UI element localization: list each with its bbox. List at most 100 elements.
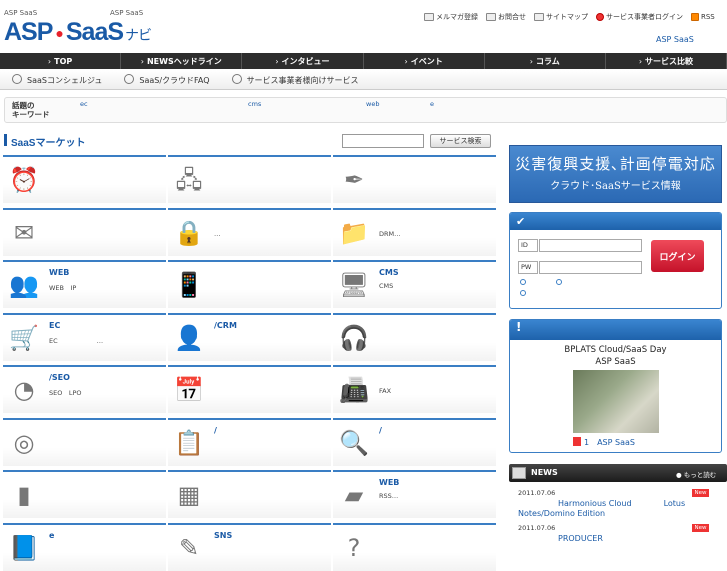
disaster-banner[interactable]: 災害復興支援､計画停電対応 クラウド･SaaSサービス情報 (509, 145, 722, 203)
padlock-icon: 🔒 (174, 218, 204, 247)
market-cell[interactable]: 🔒… (168, 207, 331, 256)
id-label: ID (518, 239, 538, 252)
keyword-link[interactable]: web (366, 100, 379, 108)
event-title[interactable]: BPLATS Cloud/SaaS Day (509, 345, 722, 355)
market-cell[interactable]: 🔍 / (333, 417, 496, 466)
market-cell[interactable]: ? (333, 522, 496, 571)
market-title: SaaSマーケット (4, 134, 85, 149)
event-header: ! (510, 320, 721, 340)
market-cell[interactable]: 📋 / (168, 417, 331, 466)
nav-interview[interactable]: インタビュー (242, 53, 364, 69)
pda-icon: 📱 (174, 271, 204, 299)
exclamation-icon: ! (516, 320, 522, 334)
keyword-link[interactable]: e (430, 100, 434, 108)
market-cell[interactable]: 📁 DRM… (333, 207, 496, 256)
logo-asp: ASP (4, 18, 53, 46)
market-cell[interactable]: ◎ (3, 417, 166, 466)
mail-magazine-label: メルマガ登録 (436, 13, 478, 21)
meeting-icon: 👥 (9, 271, 39, 299)
market-cell[interactable]: 👥 WEB WEB IP (3, 260, 166, 308)
rss-link[interactable]: RSS (691, 12, 715, 22)
news-more-label: もっと読む (683, 471, 717, 479)
pw-input[interactable] (539, 261, 642, 274)
market-cell[interactable]: ◔ /SEO SEO LPO (3, 365, 166, 413)
market-cell-desc: EC … (49, 336, 104, 345)
nav-column[interactable]: コラム (485, 53, 606, 69)
market-cell[interactable]: 🛒 EC EC … (3, 312, 166, 361)
market-cell[interactable]: ✉ (3, 207, 166, 256)
market-cell[interactable]: 🖥 CMS CMS (333, 260, 496, 308)
mail-magazine-link[interactable]: メルマガ登録 (424, 12, 478, 22)
market-cell[interactable]: ▰ WEB RSS… (333, 470, 496, 518)
vendor-login-link[interactable]: サービス事業者ログイン (596, 12, 683, 22)
pen-icon: ✎ (178, 533, 200, 562)
subnav-concierge[interactable]: SaaSコンシェルジュ (12, 74, 102, 86)
link-bullet-icon[interactable] (520, 279, 526, 285)
film-reel-icon: ◎ (13, 428, 35, 457)
network-icon: 🖧 (175, 166, 203, 194)
market-cell-desc: WEB IP (49, 284, 77, 292)
vendor-login-label: サービス事業者ログイン (606, 13, 683, 21)
id-input[interactable] (539, 239, 642, 252)
pdf-icon (573, 437, 581, 446)
keyword-link[interactable]: ec (80, 100, 88, 108)
link-bullet-icon[interactable] (556, 279, 562, 285)
nav-event[interactable]: イベント (364, 53, 485, 69)
event-photo[interactable] (573, 370, 659, 433)
news-item-link[interactable]: PRODUCER (518, 534, 718, 544)
more-bullet-icon: ● (676, 471, 682, 479)
market-cell-label: / (379, 425, 382, 435)
fax-icon: 📠 (339, 376, 369, 404)
server-icon: ▮ (17, 481, 31, 509)
contact-label: お問合せ (498, 13, 526, 21)
service-search-input[interactable] (342, 134, 424, 148)
market-cell[interactable]: 📘 e (3, 522, 166, 571)
rss-label: RSS (701, 13, 715, 21)
nav-top[interactable]: TOP (0, 53, 122, 69)
market-cell[interactable]: 🖧 (168, 155, 331, 203)
mail-magazine-icon (424, 13, 434, 21)
site-name: ASP SaaS (656, 35, 694, 44)
market-cell-label: CMS (379, 268, 399, 277)
event-caption[interactable]: 1 ASP SaaS (573, 437, 635, 448)
logo-navi: ナビ (125, 27, 152, 43)
login-button[interactable]: ログイン (651, 240, 704, 272)
keyword-link[interactable]: cms (248, 100, 261, 108)
keyword-label-2: キーワード (12, 110, 50, 119)
market-cell-label: /CRM (214, 320, 237, 330)
service-search-button[interactable]: サービス検索 (430, 134, 491, 148)
magnifier-icon: 🔍 (339, 428, 369, 457)
banner-line1: 災害復興支援､計画停電対応 (515, 155, 716, 173)
market-cell[interactable]: 📠 FAX (333, 365, 496, 413)
subnav-faq[interactable]: SaaS/クラウドFAQ (124, 74, 209, 86)
market-cell[interactable]: ▦ (168, 470, 331, 518)
market-cell[interactable]: ✒ (333, 155, 496, 203)
news-item-link[interactable]: Harmonious Cloud Lotus Notes/Domino Edit… (518, 499, 718, 519)
market-cell[interactable]: 👤 /CRM (168, 312, 331, 361)
logo-dot-icon: ● (55, 25, 64, 42)
logo-tagline-2: ASP SaaS (110, 9, 144, 17)
cart-icon: 🛒 (9, 323, 39, 352)
market-cell[interactable]: 📅 (168, 365, 331, 413)
event-subtitle: ASP SaaS (595, 357, 636, 367)
nav-service-compare[interactable]: サービス比較 (606, 53, 727, 69)
market-cell[interactable]: 📱 (168, 260, 331, 308)
contact-link[interactable]: お問合せ (486, 12, 526, 22)
sitemap-link[interactable]: サイトマップ (534, 12, 588, 22)
market-cell[interactable]: ▮ (3, 470, 166, 518)
nav-news-headline[interactable]: NEWSヘッドライン (121, 53, 243, 69)
monitor-icon: 🖥 (338, 271, 370, 299)
market-cell-label: e (49, 530, 55, 540)
envelope-icon: ✉ (13, 218, 35, 247)
link-bullet-icon[interactable] (520, 290, 526, 296)
news-more-link[interactable]: ● もっと読む (676, 469, 716, 479)
arrow-down-icon (596, 13, 604, 21)
folder-icon: 📁 (339, 218, 369, 247)
market-cell[interactable]: ✎ SNS (168, 522, 331, 571)
subnav-vendor-services[interactable]: サービス事業者様向けサービス (232, 74, 359, 86)
rss-icon (691, 13, 699, 21)
calculator-icon: ▦ (177, 481, 201, 509)
site-logo[interactable]: ASP ● SaaS ナビ (4, 18, 152, 47)
market-cell[interactable]: ⏰ (3, 155, 166, 203)
market-cell[interactable]: 🎧 (333, 312, 496, 361)
